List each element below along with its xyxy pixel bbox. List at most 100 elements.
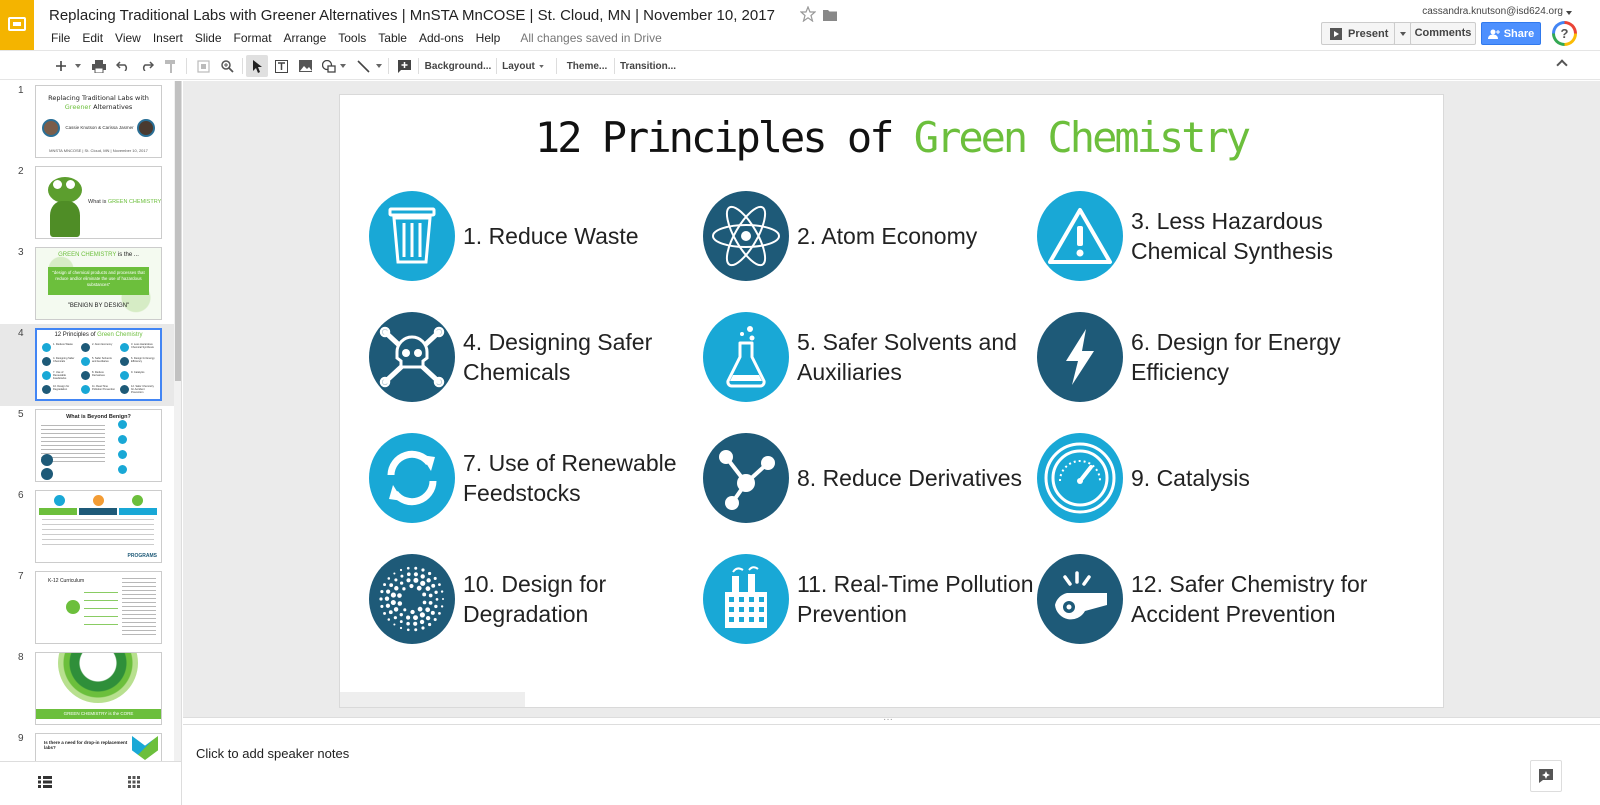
principle-9[interactable]: 9. Catalysis bbox=[1037, 433, 1367, 525]
principle-5[interactable]: 5. Safer Solvents and Auxiliaries bbox=[703, 312, 1033, 404]
principle-10[interactable]: 10. Design for Degradation bbox=[369, 554, 699, 646]
flask-icon bbox=[703, 312, 789, 402]
slide-thumbnail[interactable]: What is Beyond Benign? bbox=[35, 409, 162, 482]
menu-format[interactable]: Format bbox=[228, 30, 278, 46]
menu-insert[interactable]: Insert bbox=[147, 30, 189, 46]
present-button[interactable]: Present bbox=[1321, 22, 1395, 45]
explore-icon bbox=[1539, 769, 1553, 783]
filmstrip-slide-5[interactable]: 5 What is Beyond Benign? bbox=[0, 405, 174, 487]
explore-button[interactable] bbox=[1530, 760, 1562, 792]
print-icon[interactable] bbox=[88, 55, 110, 77]
menu-view[interactable]: View bbox=[109, 30, 147, 46]
slide-thumbnail[interactable]: GREEN CHEMISTRY is the CORE bbox=[35, 652, 162, 725]
scrollbar-thumb[interactable] bbox=[175, 81, 181, 381]
toolbar-separator bbox=[242, 58, 243, 74]
principle-4[interactable]: 4. Designing Safer Chemicals bbox=[369, 312, 699, 404]
menu-arrange[interactable]: Arrange bbox=[278, 30, 333, 46]
speaker-notes-placeholder[interactable]: Click to add speaker notes bbox=[196, 746, 349, 761]
grid-view-icon[interactable] bbox=[128, 776, 140, 788]
slide-number: 4 bbox=[18, 328, 24, 339]
document-title[interactable]: Replacing Traditional Labs with Greener … bbox=[49, 7, 775, 24]
principle-11[interactable]: 11. Real-Time Pollution Prevention bbox=[703, 554, 1034, 646]
slide-thumbnail[interactable]: K-12 Curriculum bbox=[35, 571, 162, 644]
toolbar-separator bbox=[186, 58, 187, 74]
shape-icon[interactable] bbox=[318, 55, 340, 77]
mini-principle-label: 5. Safer Solvents and Auxiliaries bbox=[92, 357, 112, 364]
app-header: Replacing Traditional Labs with Greener … bbox=[0, 0, 1600, 50]
mini-principle-label: 11. Real-Time Pollution Prevention bbox=[92, 385, 116, 392]
filmstrip-slide-2[interactable]: 2 What is GREEN CHEMISTRY? bbox=[0, 162, 174, 244]
redo-icon[interactable] bbox=[136, 55, 158, 77]
account-email[interactable]: cassandra.knutson@isd624.org bbox=[1422, 6, 1563, 17]
line-icon[interactable] bbox=[352, 55, 374, 77]
menu-table[interactable]: Table bbox=[372, 30, 413, 46]
mini-principle-label: 12. Safer Chemistry for Accident Prevent… bbox=[131, 385, 154, 394]
mini-principle-label: 3. Less Hazardous Chemical Synthesis bbox=[131, 343, 154, 350]
layout-button[interactable]: Layout bbox=[502, 55, 544, 77]
line-caret-icon[interactable] bbox=[374, 55, 384, 77]
filmstrip-slide-3[interactable]: 3 GREEN CHEMISTRY is the ... "design of … bbox=[0, 243, 174, 325]
filmstrip-slide-4[interactable]: 4 12 Principles of Green Chemistry 1. Re… bbox=[0, 324, 174, 406]
collapse-toolbar-icon[interactable] bbox=[1556, 59, 1568, 71]
zoom-icon[interactable] bbox=[216, 55, 238, 77]
filmstrip-view-icon[interactable] bbox=[38, 776, 52, 788]
notes-resize-handle[interactable]: ··· bbox=[183, 714, 1600, 725]
folder-icon[interactable] bbox=[823, 9, 837, 21]
save-status[interactable]: All changes saved in Drive bbox=[514, 30, 667, 46]
insert-image-icon[interactable] bbox=[294, 55, 316, 77]
speaker-notes-area[interactable]: Click to add speaker notes bbox=[183, 725, 1600, 805]
help-icon[interactable]: ? bbox=[1552, 21, 1577, 46]
menu-tools[interactable]: Tools bbox=[332, 30, 372, 46]
gauge-icon bbox=[1037, 433, 1123, 523]
principle-label: 5. Safer Solvents and Auxiliaries bbox=[797, 329, 1017, 385]
filmstrip-slide-7[interactable]: 7 K-12 Curriculum bbox=[0, 567, 174, 649]
zoom-fit-icon[interactable] bbox=[192, 55, 214, 77]
toolbar-separator bbox=[418, 58, 419, 74]
slide-thumbnail[interactable]: Replacing Traditional Labs with Greener … bbox=[35, 85, 162, 158]
principle-7[interactable]: 7. Use of Renewable Feedstocks bbox=[369, 433, 699, 525]
background-button[interactable]: Background... bbox=[424, 55, 492, 77]
text-box-icon[interactable] bbox=[270, 55, 292, 77]
theme-button[interactable]: Theme... bbox=[562, 55, 612, 77]
slides-logo-icon[interactable] bbox=[0, 0, 34, 50]
menu-file[interactable]: File bbox=[49, 30, 76, 46]
filmstrip-slide-8[interactable]: 8 GREEN CHEMISTRY is the CORE bbox=[0, 648, 174, 730]
transition-button[interactable]: Transition... bbox=[618, 55, 678, 77]
principle-8[interactable]: 8. Reduce Derivatives bbox=[703, 433, 1033, 525]
share-button[interactable]: Share bbox=[1481, 22, 1541, 45]
share-label: Share bbox=[1503, 27, 1535, 40]
filmstrip-scrollbar[interactable] bbox=[174, 81, 181, 805]
select-cursor-icon[interactable] bbox=[246, 55, 268, 77]
new-slide-layout-caret-icon[interactable] bbox=[72, 55, 84, 77]
slide-thumbnail[interactable]: 12 Principles of Green Chemistry 1. Redu… bbox=[35, 328, 162, 401]
comment-icon[interactable] bbox=[393, 55, 415, 77]
menu-slide[interactable]: Slide bbox=[189, 30, 228, 46]
comments-button[interactable]: Comments bbox=[1410, 22, 1476, 45]
paint-format-icon[interactable] bbox=[160, 55, 182, 77]
current-slide[interactable]: 12 Principles of Green Chemistry 1. Redu… bbox=[340, 95, 1443, 707]
account-caret-icon[interactable] bbox=[1566, 11, 1572, 15]
principle-2[interactable]: 2. Atom Economy bbox=[703, 191, 1033, 283]
undo-icon[interactable] bbox=[112, 55, 134, 77]
shape-caret-icon[interactable] bbox=[338, 55, 348, 77]
slide-thumbnail[interactable]: GREEN CHEMISTRY is the ... "design of ch… bbox=[35, 247, 162, 320]
menu-help[interactable]: Help bbox=[470, 30, 507, 46]
principle-6[interactable]: 6. Design for Energy Efficiency bbox=[1037, 312, 1367, 404]
slide-thumbnail[interactable]: What is GREEN CHEMISTRY? bbox=[35, 166, 162, 239]
principle-12[interactable]: 12. Safer Chemistry for Accident Prevent… bbox=[1037, 554, 1367, 646]
menu-add-ons[interactable]: Add-ons bbox=[413, 30, 470, 46]
layout-label: Layout bbox=[502, 60, 535, 72]
filmstrip-slide-6[interactable]: 6 PROGRAMS bbox=[0, 486, 174, 568]
new-slide-icon[interactable] bbox=[50, 55, 72, 77]
slide-thumbnail[interactable]: PROGRAMS bbox=[35, 490, 162, 563]
star-icon[interactable] bbox=[800, 6, 816, 22]
green-arc-image bbox=[58, 653, 138, 703]
slide-title[interactable]: 12 Principles of Green Chemistry bbox=[340, 113, 1443, 162]
principle-3[interactable]: 3. Less Hazardous Chemical Synthesis bbox=[1037, 191, 1367, 283]
factory-icon bbox=[703, 554, 789, 644]
principle-1[interactable]: 1. Reduce Waste bbox=[369, 191, 699, 283]
menu-edit[interactable]: Edit bbox=[76, 30, 109, 46]
molecule-icon bbox=[703, 433, 789, 523]
filmstrip-slide-1[interactable]: 1 Replacing Traditional Labs with Greene… bbox=[0, 81, 174, 163]
chevron-graphic bbox=[132, 736, 158, 760]
